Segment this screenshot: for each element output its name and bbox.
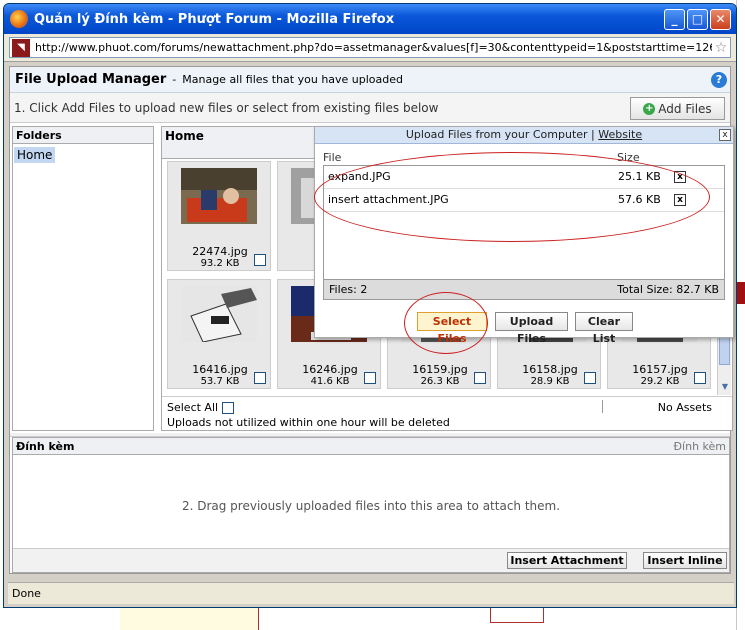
folders-pane: Folders Home (12, 126, 154, 431)
insert-inline-button[interactable]: Insert Inline (643, 552, 727, 569)
instruction-row: 1. Click Add Files to upload new files o… (10, 93, 730, 123)
upload-manager-content: File Upload Manager - Manage all files t… (9, 66, 734, 574)
address-bar: ◥ http://www.phuot.com/forums/newattachm… (4, 34, 736, 62)
folders-header: Folders (13, 127, 153, 144)
files-count: Files: 2 (329, 283, 368, 296)
thumbnail-checkbox[interactable] (364, 372, 376, 384)
thumbnail-checkbox[interactable] (584, 372, 596, 384)
background-red-block (737, 282, 745, 304)
annotation-ellipse (314, 152, 710, 242)
total-size: Total Size: 82.7 KB (617, 283, 719, 296)
maximize-icon: □ (691, 12, 704, 26)
attachments-footer: Insert Attachment Insert Inline (13, 548, 729, 572)
close-window-button[interactable]: ✕ (710, 8, 731, 30)
firefox-window: Quản lý Đính kèm - Phượt Forum - Mozilla… (3, 3, 737, 608)
background-divider (258, 605, 259, 630)
attachments-title: Đính kèm (16, 440, 75, 453)
step1-text: 1. Click Add Files to upload new files o… (14, 100, 439, 115)
add-files-label: Add Files (658, 101, 712, 116)
website-link[interactable]: Website (598, 128, 642, 141)
manager-header: File Upload Manager - Manage all files t… (10, 67, 730, 93)
site-favicon-icon: ◥ (12, 38, 30, 57)
annotation-ellipse (404, 292, 488, 354)
plus-icon: + (643, 102, 656, 115)
help-icon[interactable]: ? (711, 72, 727, 88)
close-upload-dialog-icon[interactable]: x (719, 129, 731, 141)
thumbnail-image (181, 168, 257, 224)
window-title: Quản lý Đính kèm - Phượt Forum - Mozilla… (34, 11, 395, 27)
upload-warning: Uploads not utilized within one hour wil… (167, 416, 450, 429)
manager-subtitle: Manage all files that you have uploaded (182, 73, 404, 86)
status-bar: Done (8, 582, 734, 604)
drop-area-message: 2. Drag previously uploaded files into t… (181, 499, 561, 513)
thumbnail-checkbox[interactable] (694, 372, 706, 384)
upload-files-button[interactable]: Upload Files (495, 312, 568, 345)
no-assets-text: No Assets (657, 401, 712, 414)
minimize-button[interactable]: _ (664, 8, 685, 30)
manager-dash: - (172, 73, 177, 86)
thumbnail-image (181, 286, 257, 342)
background-page-right (736, 0, 745, 630)
insert-attachment-button[interactable]: Insert Attachment (507, 552, 627, 569)
attachments-header-right: Đính kèm (673, 440, 726, 453)
manager-title: File Upload Manager (15, 72, 167, 87)
thumbnail-checkbox[interactable] (474, 372, 486, 384)
column-file: File (323, 151, 342, 164)
attachments-pane: Đính kèm Đính kèm 2. Drag previously upl… (12, 437, 730, 573)
url-field[interactable]: ◥ http://www.phuot.com/forums/newattachm… (9, 37, 731, 58)
thumbnail-checkbox[interactable] (254, 372, 266, 384)
upload-dialog-header: Upload Files from your Computer | Websit… (315, 127, 733, 144)
thumbnail-item[interactable]: 16416.jpg 53.7 KB (167, 279, 271, 389)
thumbnail-item[interactable]: 22474.jpg 93.2 KB (167, 161, 271, 271)
title-bar[interactable]: Quản lý Đính kèm - Phượt Forum - Mozilla… (4, 4, 736, 34)
background-yellow-block (120, 605, 258, 630)
clear-list-button[interactable]: Clear List (575, 312, 633, 345)
scroll-down-icon[interactable]: ▼ (719, 382, 731, 395)
upload-dialog-title: Upload Files from your Computer (405, 128, 588, 141)
firefox-icon (10, 10, 28, 28)
attachments-header: Đính kèm Đính kèm (13, 438, 729, 455)
upload-status-bar: Files: 2 Total Size: 82.7 KB (323, 280, 725, 300)
files-footer: Select All No Assets Uploads not utilize… (162, 396, 732, 430)
thumbnail-checkbox[interactable] (254, 254, 266, 266)
select-all[interactable]: Select All (167, 401, 235, 414)
url-text: http://www.phuot.com/forums/newattachmen… (35, 41, 712, 54)
footer-divider (602, 400, 603, 413)
maximize-button[interactable]: □ (687, 8, 708, 30)
close-icon: ✕ (715, 12, 726, 26)
upload-header-separator: | (591, 128, 595, 141)
folder-item-home[interactable]: Home (14, 147, 56, 163)
select-all-checkbox[interactable] (222, 401, 235, 414)
minimize-icon: _ (671, 12, 678, 26)
select-all-label: Select All (167, 401, 219, 414)
bookmark-star-icon[interactable]: ☆ (712, 40, 730, 56)
add-files-button[interactable]: + Add Files (630, 97, 725, 120)
